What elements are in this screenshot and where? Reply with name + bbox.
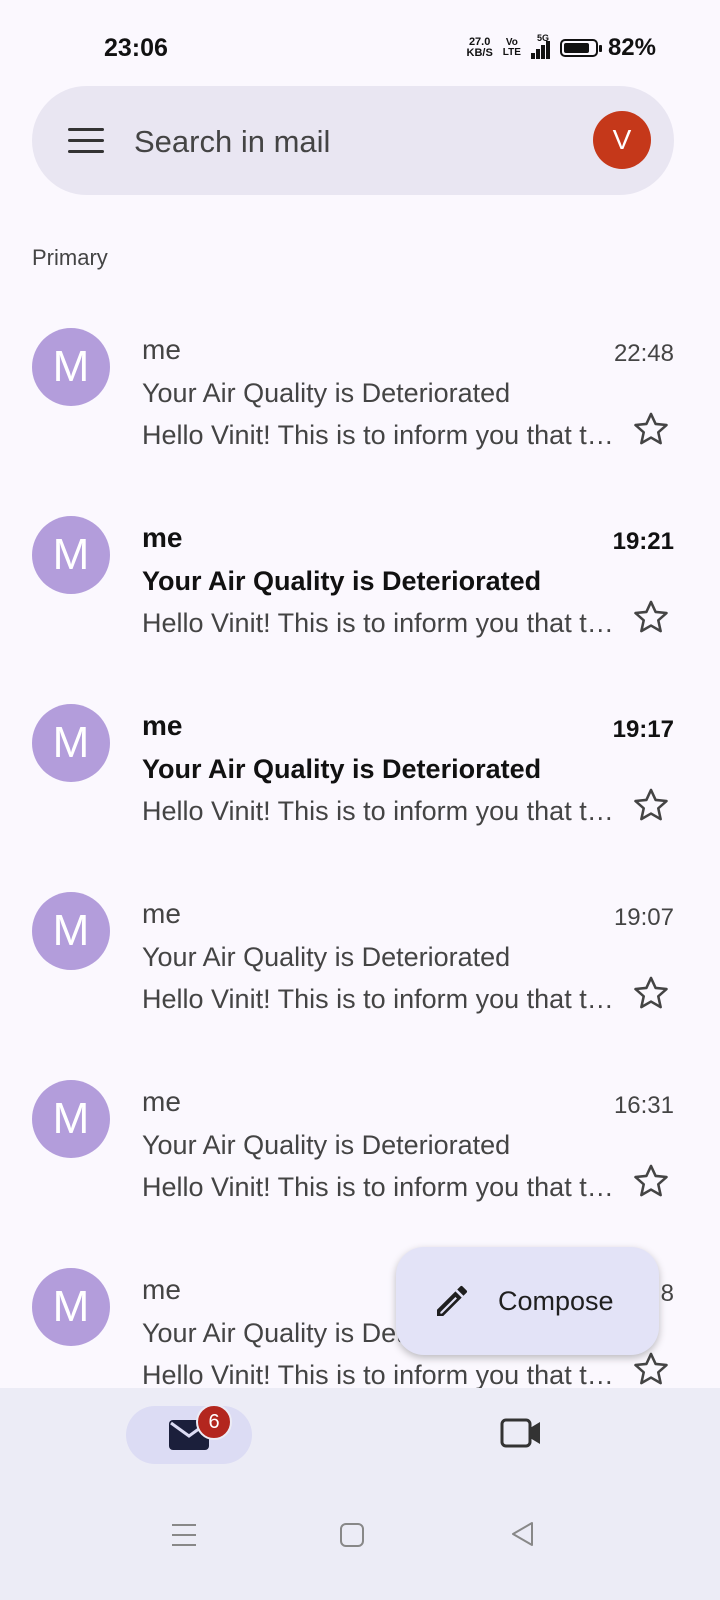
mail-time: 22:48 [613,340,674,367]
sender-avatar[interactable]: M [32,516,110,594]
home-icon[interactable] [340,1522,364,1548]
nav-meet-tab[interactable] [500,1416,542,1455]
mail-item[interactable]: Mme 19:21 Your Air Quality is Deteriorated… [0,486,720,674]
pencil-icon [437,1285,468,1316]
mail-snippet: Hello Vinit! This is to inform you that … [142,420,617,450]
mail-item[interactable]: Mme 22:48 Your Air Quality is Deteriorated… [0,298,720,486]
recent-apps-icon[interactable] [172,1522,196,1548]
sender-avatar[interactable]: M [32,704,110,782]
star-icon[interactable] [632,1162,670,1200]
compose-label: Compose [498,1285,614,1316]
status-indicators: 27.0 KB/S Vo LTE 5G 82% [467,33,656,62]
sender-avatar[interactable]: M [32,1080,110,1158]
sender-avatar[interactable]: M [32,892,110,970]
mail-subject: Your Air Quality is Deteriorated [142,566,542,596]
mail-item[interactable]: Mme 19:17 Your Air Quality is Deteriorated… [0,674,720,862]
mail-time: 19:07 [613,904,674,931]
unread-count-badge: 6 [196,1404,232,1440]
mail-time: 19:21 [612,528,674,555]
mail-snippet: Hello Vinit! This is to inform you that … [142,1172,617,1202]
network-speed: 27.0 KB/S [467,37,493,59]
system-navigation [0,1500,720,1560]
mail-snippet: Hello Vinit! This is to inform you that … [142,984,617,1014]
bottom-navigation: 6 [0,1388,720,1600]
sender-avatar[interactable]: M [32,328,110,406]
network-type: 5G [536,33,549,43]
mail-subject: Your Air Quality is Deteriorated [142,1130,511,1160]
compose-button[interactable]: Compose [396,1247,659,1355]
mail-snippet: Hello Vinit! This is to inform you that … [142,1360,617,1390]
battery-percent: 82% [607,34,656,61]
mail-time: 16:31 [613,1092,674,1119]
network-speed-unit: KB/S [466,47,493,59]
back-icon[interactable] [510,1520,534,1548]
mail-sender: me [142,1086,181,1117]
status-time: 23:06 [104,34,168,62]
volte-bottom: LTE [502,47,521,58]
mail-subject: Your Air Quality is Deteriorated [142,754,542,784]
volte-icon: Vo LTE [503,38,521,58]
battery-icon [559,39,602,57]
signal-icon: 5G [530,33,550,59]
mail-time: 8 [660,1280,674,1307]
mail-sender: me [142,522,183,553]
mail-item[interactable]: Mme 19:07 Your Air Quality is Deteriorated… [0,862,720,1050]
section-label: Primary [32,245,108,270]
mail-sender: me [142,710,183,741]
mail-snippet: Hello Vinit! This is to inform you that … [142,608,617,638]
star-icon[interactable] [632,1350,670,1388]
nav-mail-tab[interactable]: 6 [126,1404,252,1464]
search-input[interactable]: Search in mail [134,124,330,160]
mail-subject: Your Air Quality is Deteriorated [142,378,511,408]
sender-avatar[interactable]: M [32,1268,110,1346]
status-bar: 23:06 27.0 KB/S Vo LTE 5G 82% [0,0,720,90]
hamburger-menu-icon[interactable] [68,128,104,154]
star-icon[interactable] [632,598,670,636]
mail-sender: me [142,898,181,929]
star-icon[interactable] [632,410,670,448]
star-icon[interactable] [632,974,670,1012]
mail-subject: Your Air Quality is Deteriorated [142,942,511,972]
mail-sender: me [142,334,181,365]
mail-item[interactable]: Mme 16:31 Your Air Quality is Deteriorated… [0,1050,720,1238]
star-icon[interactable] [632,786,670,824]
account-avatar[interactable]: V [593,111,651,169]
mail-snippet: Hello Vinit! This is to inform you that … [142,796,617,826]
video-camera-icon [500,1418,540,1448]
mail-sender: me [142,1274,181,1305]
mail-time: 19:17 [612,716,674,743]
search-bar[interactable]: Search in mail V [32,86,674,195]
